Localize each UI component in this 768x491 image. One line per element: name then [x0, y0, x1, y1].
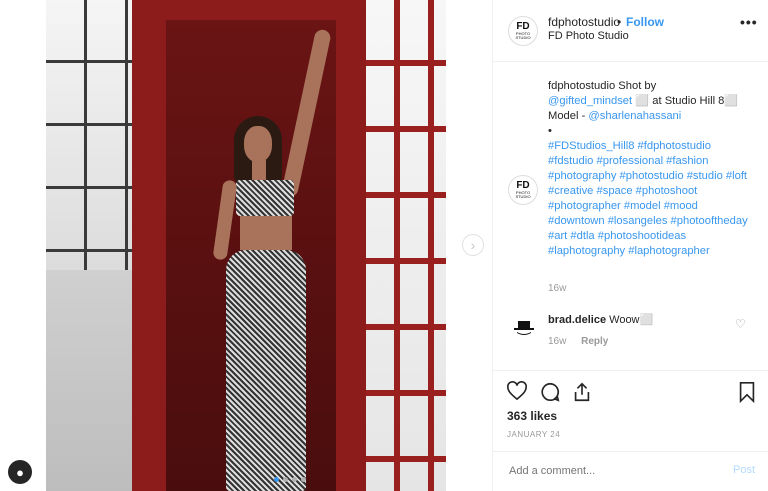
separator-dot: •	[617, 15, 622, 29]
follow-button[interactable]: Follow	[626, 15, 664, 29]
post-photo[interactable]	[46, 0, 446, 491]
likes-count[interactable]: 363 likes	[507, 409, 557, 423]
post-side-panel: FD PHOTO STUDIO fdphotostudio • Follow F…	[492, 0, 768, 491]
comment-time: 16w	[548, 336, 567, 347]
reply-button[interactable]: Reply	[581, 336, 608, 347]
more-options-icon[interactable]: •••	[740, 14, 758, 30]
heart-icon[interactable]	[506, 381, 528, 407]
phone-booth-door	[366, 0, 446, 491]
profile-subtitle[interactable]: FD Photo Studio	[548, 30, 629, 42]
comment-text: Woow⬜	[609, 314, 654, 326]
post-comment-button[interactable]: Post	[733, 464, 755, 476]
share-icon[interactable]	[571, 381, 593, 409]
post-header: FD PHOTO STUDIO fdphotostudio • Follow F…	[493, 0, 768, 62]
carousel-dot	[301, 477, 306, 482]
comment-composer: Post	[493, 451, 768, 491]
carousel-dot	[283, 477, 288, 482]
post-date: JANUARY 24	[507, 430, 561, 439]
comment-item: brad.delice Woow⬜	[548, 313, 653, 326]
comment-username[interactable]: brad.delice	[548, 314, 606, 326]
commenter-avatar[interactable]	[512, 316, 536, 340]
comment-input[interactable]	[507, 464, 711, 478]
caption-avatar-subtext: PHOTO STUDIO	[515, 190, 531, 199]
action-bar	[493, 370, 768, 410]
carousel-dot	[292, 477, 297, 482]
caption-mention-1[interactable]: @gifted_mindset	[548, 95, 632, 107]
caption-avatar[interactable]: FD PHOTO STUDIO	[508, 175, 538, 205]
comment-icon[interactable]	[539, 381, 561, 409]
caption-mention-2[interactable]: @sharlenahassani	[588, 110, 681, 122]
profile-avatar[interactable]: FD PHOTO STUDIO	[508, 16, 538, 46]
carousel-indicator	[274, 477, 306, 482]
profile-username[interactable]: fdphotostudio	[548, 15, 620, 29]
carousel-dot	[274, 477, 279, 482]
caption-text-1: Shot by	[618, 80, 657, 92]
next-arrow-icon[interactable]: ›	[462, 234, 484, 256]
comment-like-icon[interactable]: ♡	[735, 317, 746, 331]
background-floor	[46, 270, 132, 491]
bookmark-icon[interactable]	[737, 381, 757, 409]
caption-username[interactable]: fdphotostudio	[548, 80, 615, 92]
background-window	[46, 0, 132, 270]
post-caption: FD PHOTO STUDIO fdphotostudio Shot by @g…	[508, 79, 753, 259]
model-figure	[196, 28, 336, 491]
comment-meta: 16w Reply	[548, 336, 608, 347]
caption-bullet: •	[548, 125, 552, 137]
avatar-logo-subtext: PHOTO STUDIO	[515, 31, 531, 40]
caption-time: 16w	[548, 283, 567, 294]
caption-hashtags[interactable]: #FDStudios_Hill8 #fdphotostudio #fdstudi…	[548, 139, 753, 259]
post-media: ● ›	[0, 0, 492, 491]
user-tag-icon[interactable]: ●	[8, 460, 32, 484]
